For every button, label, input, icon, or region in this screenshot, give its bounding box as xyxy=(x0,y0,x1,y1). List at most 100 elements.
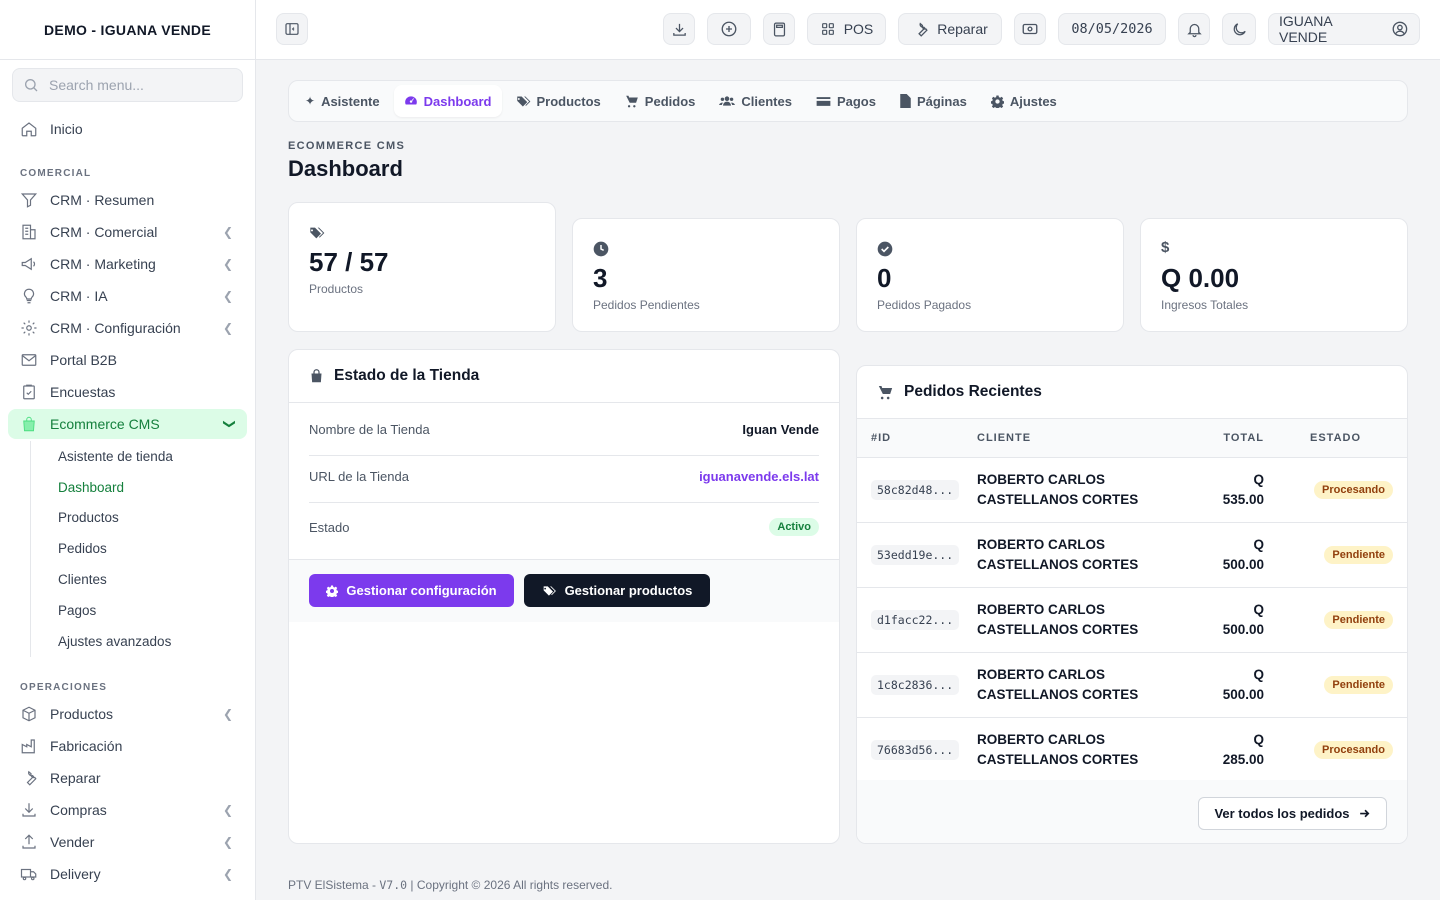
column-header-estado: ESTADO xyxy=(1282,419,1407,458)
chevron-down-icon: ❮ xyxy=(220,418,235,430)
subnav-item-dashboard[interactable]: Dashboard xyxy=(31,472,240,503)
calculator-button[interactable] xyxy=(763,13,795,45)
footer-version: V7.0 xyxy=(379,878,408,892)
sidebar-item-crm-configuracion[interactable]: CRM · Configuración ❮ xyxy=(8,313,247,343)
status-cell: Pendiente xyxy=(1282,522,1407,588)
gauge-icon xyxy=(404,96,417,105)
subnav-item-productos[interactable]: Productos xyxy=(31,503,240,534)
sidebar-item-crm-comercial[interactable]: CRM · Comercial ❮ xyxy=(8,217,247,247)
tab-label: Ajustes xyxy=(1009,93,1057,109)
user-menu-button[interactable]: IGUANA VENDE xyxy=(1268,13,1420,45)
wrench-icon xyxy=(20,769,38,787)
sidebar-item-encuestas[interactable]: Encuestas xyxy=(8,377,247,407)
sidebar-item-productos[interactable]: Productos ❮ xyxy=(8,699,247,729)
sidebar-item-label: Inicio xyxy=(50,121,83,137)
sidebar-item-crm-marketing[interactable]: CRM · Marketing ❮ xyxy=(8,249,247,279)
client-name-line1: ROBERTO CARLOS xyxy=(977,666,1106,682)
manage-products-button[interactable]: Gestionar productos xyxy=(524,574,710,607)
moon-icon xyxy=(1233,22,1246,35)
table-row[interactable]: 58c82d48... ROBERTO CARLOS CASTELLANOS COR… xyxy=(857,457,1407,523)
tab-ajustes[interactable]: Ajustes xyxy=(981,85,1067,117)
subnav-item-pedidos[interactable]: Pedidos xyxy=(31,533,240,564)
client-name-line1: ROBERTO CARLOS xyxy=(977,471,1106,487)
sidebar-item-reparar[interactable]: Reparar xyxy=(8,763,247,793)
status-badge: Pendiente xyxy=(1324,545,1393,564)
box-icon xyxy=(20,705,38,723)
manage-config-label: Gestionar configuración xyxy=(346,583,497,598)
order-id[interactable]: 1c8c2836... xyxy=(871,675,960,695)
notifications-button[interactable] xyxy=(1178,13,1210,45)
store-status-header: Estado de la Tienda xyxy=(289,350,839,403)
subnav-item-pagos[interactable]: Pagos xyxy=(31,595,240,626)
file-icon xyxy=(900,94,911,108)
pos-button[interactable]: POS xyxy=(807,13,886,45)
tab-clientes[interactable]: Clientes xyxy=(709,85,802,117)
order-id[interactable]: 58c82d48... xyxy=(871,480,960,500)
tab-asistente[interactable]: ✦ Asistente xyxy=(295,85,390,117)
subnav-item-ajustes[interactable]: Ajustes avanzados xyxy=(31,626,240,657)
section-title-comercial: COMERCIAL xyxy=(20,168,92,179)
store-status-card: Estado de la Tienda Nombre de la Tienda … xyxy=(288,349,840,844)
sidebar-item-label: Compras xyxy=(50,802,107,818)
store-name-label: Nombre de la Tienda xyxy=(309,422,430,437)
status-cell: Pendiente xyxy=(1282,652,1407,718)
tab-pedidos[interactable]: Pedidos xyxy=(615,85,706,117)
sidebar-item-vender[interactable]: Vender ❮ xyxy=(8,827,247,857)
sidebar-item-ecommerce-cms[interactable]: Ecommerce CMS ❮ xyxy=(8,409,247,439)
table-row[interactable]: 76683d56... ROBERTO CARLOS CASTELLANOS COR… xyxy=(857,717,1407,783)
subnav-item-asistente[interactable]: Asistente de tienda xyxy=(31,441,240,472)
sidebar-item-crm-ia[interactable]: CRM · IA ❮ xyxy=(8,281,247,311)
cart-icon xyxy=(878,386,893,400)
table-row[interactable]: 1c8c2836... ROBERTO CARLOS CASTELLANOS COR… xyxy=(857,652,1407,718)
view-all-orders-button[interactable]: Ver todos los pedidos xyxy=(1198,797,1387,830)
sidebar-item-crm-resumen[interactable]: CRM · Resumen xyxy=(8,185,247,215)
tab-dashboard[interactable]: Dashboard xyxy=(393,85,502,117)
theme-toggle-button[interactable] xyxy=(1222,13,1256,45)
client-name-line2: CASTELLANOS CORTES xyxy=(977,621,1139,637)
clipboard-icon xyxy=(20,383,38,401)
cash-button[interactable] xyxy=(1014,13,1046,45)
sidebar-item-fabricacion[interactable]: Fabricación xyxy=(8,731,247,761)
store-status-title: Estado de la Tienda xyxy=(334,367,480,384)
column-header-total: TOTAL xyxy=(1192,419,1282,458)
store-status-label: Estado xyxy=(309,519,350,535)
search-input[interactable] xyxy=(49,77,229,93)
store-name-value: Iguan Vende xyxy=(742,422,819,437)
chevron-left-icon: ❮ xyxy=(222,225,233,239)
table-row[interactable]: 53edd19e... ROBERTO CARLOS CASTELLANOS COR… xyxy=(857,522,1407,588)
sidebar-item-compras[interactable]: Compras ❮ xyxy=(8,795,247,825)
search-box[interactable] xyxy=(12,68,243,102)
sidebar-item-delivery[interactable]: Delivery ❮ xyxy=(8,859,247,889)
magic-wand-icon: ✦ xyxy=(305,94,316,108)
order-id[interactable]: d1facc22... xyxy=(871,610,960,630)
sidebar-toggle-button[interactable] xyxy=(276,13,308,45)
order-id[interactable]: 53edd19e... xyxy=(871,545,960,565)
store-url-link[interactable]: iguanavende.els.lat xyxy=(699,469,819,484)
order-id[interactable]: 76683d56... xyxy=(871,740,960,760)
upload-tray-icon xyxy=(20,833,38,851)
megaphone-icon xyxy=(20,255,38,273)
table-row[interactable]: d1facc22... ROBERTO CARLOS CASTELLANOS COR… xyxy=(857,587,1407,653)
tab-pagos[interactable]: Pagos xyxy=(806,85,886,117)
sidebar-item-inicio[interactable]: Inicio xyxy=(8,114,247,144)
total-cell: Q 500.00 xyxy=(1192,522,1282,588)
order-amount: 500.00 xyxy=(1222,556,1264,572)
client-cell: ROBERTO CARLOS CASTELLANOS CORTES xyxy=(977,652,1192,718)
tab-paginas[interactable]: Páginas xyxy=(890,85,977,117)
add-button[interactable] xyxy=(707,13,751,45)
repair-button[interactable]: Reparar xyxy=(898,13,1002,45)
sidebar-item-portal-b2b[interactable]: Portal B2B xyxy=(8,345,247,375)
manage-config-button[interactable]: Gestionar configuración xyxy=(309,574,514,607)
wrench-icon xyxy=(918,21,928,37)
stat-value: Q 0.00 xyxy=(1161,263,1240,293)
date-display[interactable]: 08/05/2026 xyxy=(1058,13,1166,45)
tab-productos[interactable]: Productos xyxy=(506,85,611,117)
subnav-item-clientes[interactable]: Clientes xyxy=(31,564,240,595)
user-name: IGUANA VENDE xyxy=(1279,13,1332,45)
sidebar-item-label: Delivery xyxy=(50,866,101,882)
chevron-left-icon: ❮ xyxy=(222,257,233,271)
sidebar-item-label: CRM · IA xyxy=(50,288,108,304)
column-header-id: #ID xyxy=(857,419,977,458)
download-button[interactable] xyxy=(663,13,695,45)
tags-icon xyxy=(516,96,530,106)
